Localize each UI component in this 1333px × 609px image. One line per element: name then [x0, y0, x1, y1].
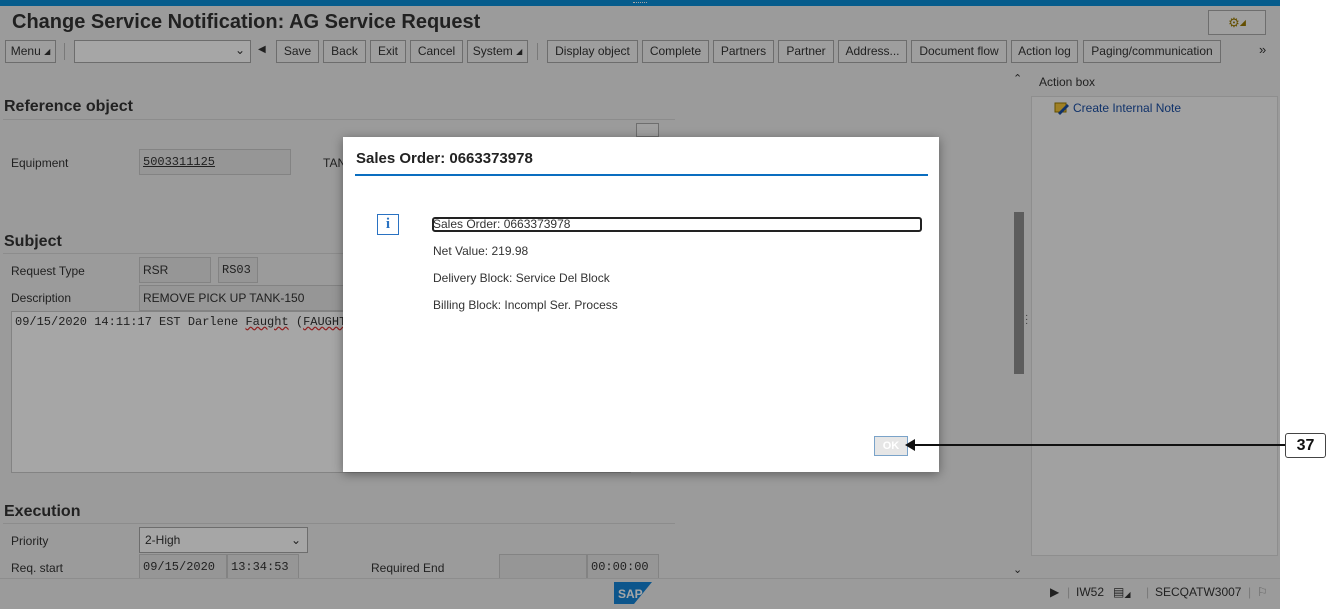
delivery-block-line: Delivery Block: Service Del Block	[433, 271, 610, 285]
ok-button[interactable]: OK	[874, 436, 908, 456]
callout-arrow-icon	[905, 439, 915, 451]
sap-gui-window: Change Service Notification: AG Service …	[0, 0, 1280, 609]
callout-line	[912, 444, 1286, 446]
dialog-title-rule	[355, 174, 928, 176]
net-value-line: Net Value: 219.98	[433, 244, 529, 258]
step-number-badge: 37	[1285, 433, 1326, 458]
billing-block-line: Billing Block: Incompl Ser. Process	[433, 298, 618, 312]
sales-order-line[interactable]: Sales Order: 0663373978	[433, 217, 570, 231]
dialog-title: Sales Order: 0663373978	[356, 150, 533, 167]
info-icon: i	[377, 214, 399, 235]
sales-order-dialog: Sales Order: 0663373978 i Sales Order: 0…	[343, 137, 939, 472]
